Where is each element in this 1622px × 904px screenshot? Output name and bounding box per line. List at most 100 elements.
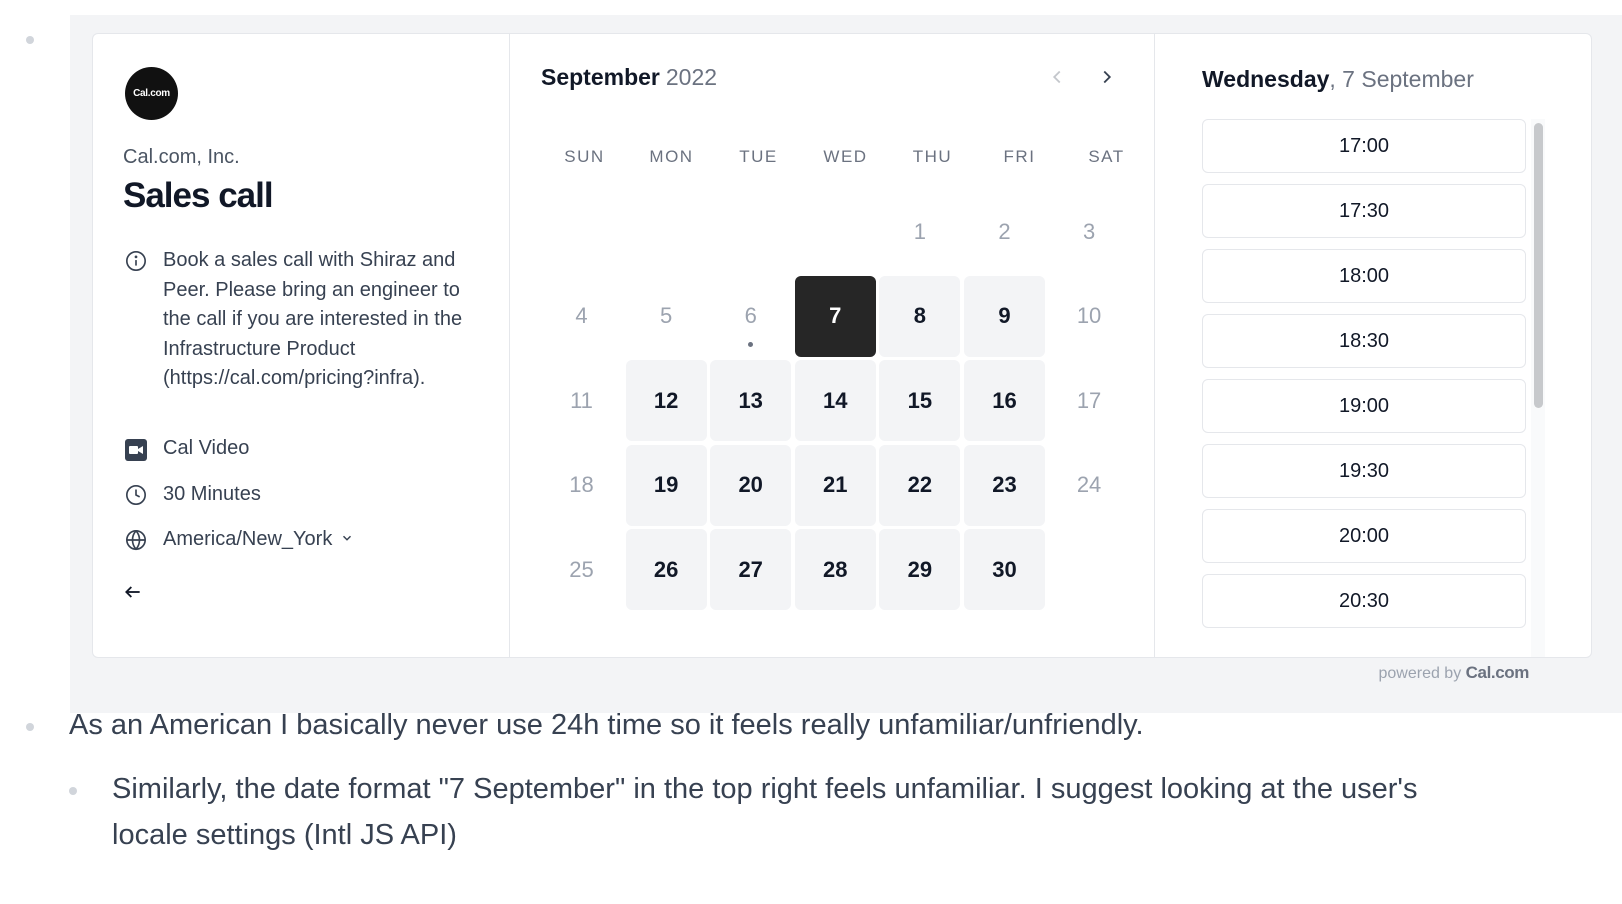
day-number: 7 [829,303,842,329]
day-number: 28 [823,556,848,582]
logo-text: Cal.com [133,88,170,99]
weekday-label: SAT [1088,147,1125,166]
day-number: 27 [738,556,763,582]
day-number: 9 [998,303,1011,329]
weekday-header: SUN MON TUE WED THU FRI SAT [541,147,1150,167]
day-cell-available[interactable]: 13 [710,360,792,442]
empty-day-cell [795,191,876,272]
day-cell-disabled: 3 [1049,191,1130,272]
day-number: 5 [659,303,673,329]
location-label: Cal Video [163,437,250,459]
day-cell-available[interactable]: 21 [794,444,876,526]
selected-weekday: Wednesday [1202,66,1330,92]
chevron-down-icon [340,525,354,555]
day-number: 17 [1076,387,1102,413]
day-cell-disabled: 17 [1049,360,1130,441]
day-cell-disabled: 6 [710,276,791,357]
powered-by-text: powered by [1378,665,1462,682]
scrollbar-thumb[interactable] [1534,123,1543,408]
day-cell-available[interactable]: 8 [879,275,961,357]
day-cell-disabled: 25 [541,529,622,610]
embedded-screenshot: Cal.com Cal.com, Inc. Sales call Book a … [70,15,1622,713]
day-cell-available[interactable]: 26 [625,529,707,611]
day-cell-disabled: 4 [541,276,622,357]
day-cell-available[interactable]: 28 [794,529,876,611]
day-number: 15 [907,387,933,413]
duration-row: 30 Minutes [123,480,261,510]
time-slot-panel: Wednesday, 7 September 17:00 17:30 18:00 18… [1156,34,1591,657]
booking-card: Cal.com Cal.com, Inc. Sales call Book a … [92,33,1592,658]
event-details-panel: Cal.com Cal.com, Inc. Sales call Book a … [93,34,510,657]
time-slot-list: 17:00 17:30 18:00 18:30 19:00 19:30 20:00 20:30 [1202,119,1526,639]
prev-month-button[interactable] [1046,66,1070,90]
day-number: 18 [569,472,594,498]
time-slot-button[interactable]: 19:30 [1202,444,1526,498]
day-cell-available[interactable]: 16 [963,360,1045,442]
day-number: 13 [738,387,763,413]
day-number: 25 [569,556,594,582]
video-icon [123,434,149,462]
next-month-button[interactable] [1096,66,1120,90]
comment-main: As an American I basically never use 24h… [69,709,1144,741]
location-row: Cal Video [123,434,249,464]
day-number: 26 [653,556,679,582]
weekday-label: MON [649,147,694,166]
day-cell-disabled: 2 [964,191,1045,272]
day-number: 3 [1082,218,1096,244]
time-slot-button[interactable]: 20:00 [1202,509,1526,563]
day-cell-available[interactable]: 9 [963,275,1045,357]
day-number: 30 [992,556,1017,582]
chevron-right-icon [1103,70,1112,84]
day-cell-disabled: 18 [541,445,622,526]
day-number: 22 [907,472,933,498]
time-slot-button[interactable]: 18:00 [1202,249,1526,303]
list-bullet [26,723,34,731]
day-number: 14 [823,387,848,413]
day-cell-available[interactable]: 27 [710,529,792,611]
day-cell-available[interactable]: 23 [963,444,1045,526]
day-cell-selected[interactable]: 7 [794,275,876,357]
empty-day-cell [541,191,622,272]
day-number: 16 [992,387,1017,413]
month-title: September 2022 [541,64,717,91]
powered-by[interactable]: powered by Cal.com [1378,663,1529,683]
time-slot-button[interactable]: 19:00 [1202,379,1526,433]
list-bullet [69,787,77,795]
event-title: Sales call [123,176,274,215]
day-cell-available[interactable]: 14 [794,360,876,442]
day-cell-disabled: 24 [1049,445,1130,526]
time-slot-button[interactable]: 17:00 [1202,119,1526,173]
back-button[interactable] [123,582,143,607]
time-slot-button[interactable]: 20:30 [1202,574,1526,628]
empty-day-cell [626,191,707,272]
weekday-label: SUN [564,147,605,166]
day-number: 12 [653,387,679,413]
month-name: September [541,64,660,90]
empty-day-cell [710,191,791,272]
clock-icon [123,480,149,506]
day-cell-available[interactable]: 22 [879,444,961,526]
day-number: 29 [907,556,933,582]
event-description-row: Book a sales call with Shiraz and Peer. … [123,246,463,394]
timezone-selector[interactable]: America/New_York [123,525,354,555]
day-cell-available[interactable]: 30 [963,529,1045,611]
globe-icon [123,525,149,551]
today-indicator [748,341,754,347]
time-slot-button[interactable]: 18:30 [1202,314,1526,368]
day-cell-available[interactable]: 19 [625,444,707,526]
day-cell-available[interactable]: 20 [710,444,792,526]
time-slot-button[interactable]: 17:30 [1202,184,1526,238]
day-number: 4 [575,303,588,329]
year-label: 2022 [665,64,718,90]
weekday-label: FRI [1003,147,1036,166]
selected-date-rest: , 7 September [1329,66,1474,92]
date-picker: September 2022 SUN MON TUE WED THU FRI SAT 1234… [511,34,1155,657]
day-cell-available[interactable]: 15 [879,360,961,442]
arrow-left-icon [125,586,140,598]
powered-by-brand: Cal.com [1465,663,1530,682]
day-cell-available[interactable]: 29 [879,529,961,611]
duration-label: 30 Minutes [163,483,261,505]
weekday-label: TUE [739,147,778,166]
weekday-label: WED [823,147,868,166]
day-cell-available[interactable]: 12 [625,360,707,442]
